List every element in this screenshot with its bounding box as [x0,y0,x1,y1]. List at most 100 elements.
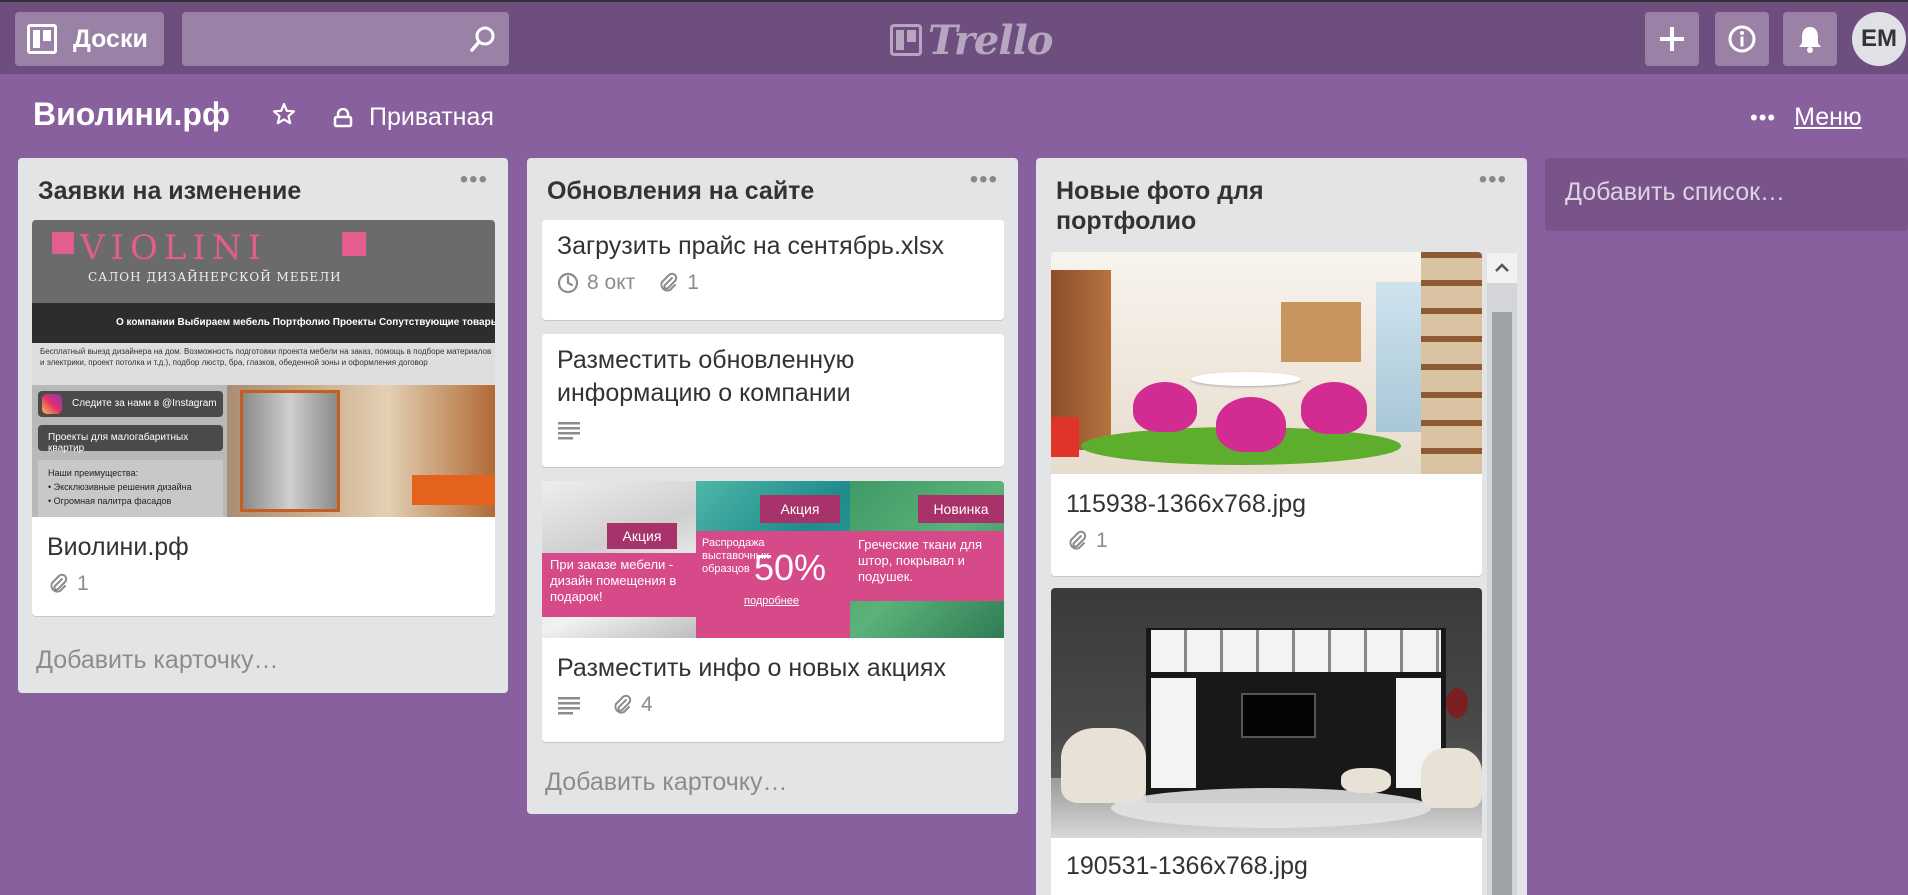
card-cover-image [1051,252,1482,474]
photo-upper-cabinets [1151,630,1441,672]
attachment-badge: 4 [611,693,653,717]
privacy-button[interactable]: Приватная [333,103,494,132]
site-advantage-text: Огромная палитра фасадов [53,496,172,506]
card-badges: 4 [542,693,1004,717]
card-title: Виолини.рф [47,533,189,561]
clock-icon [557,272,579,294]
card-badges: 8 окт 1 [542,271,1004,295]
photo-chair-3 [1301,382,1367,434]
photo-red-chair [1051,417,1079,457]
card-cover-image: VIOLINI САЛОН ДИЗАЙНЕРСКОЙ МЕБЕЛИ О комп… [32,220,495,517]
scroll-up-button[interactable] [1487,253,1517,283]
list-menu-icon[interactable]: ••• [460,166,488,194]
paperclip-icon [614,694,632,714]
notifications-button[interactable] [1783,12,1837,66]
photo-tv [1241,693,1316,738]
site-hero-wardrobe [240,390,340,512]
top-header: Доски Trello EM [0,0,1908,74]
site-tagline: САЛОН ДИЗАЙНЕРСКОЙ МЕБЕЛИ [88,270,342,284]
list-portfolio-photos: Новые фото для портфолио ••• 115938-1366… [1036,158,1527,895]
paperclip-icon [1069,530,1087,550]
privacy-label: Приватная [369,103,494,131]
site-instagram-badge: Следите за нами в @Instagram [38,391,223,417]
add-button[interactable] [1645,12,1699,66]
site-logo-mark [52,232,74,254]
more-icon: ••• [1750,104,1777,130]
trello-logo-icon [890,24,922,56]
description-icon [558,697,580,715]
star-button[interactable] [272,102,296,131]
board-menu[interactable]: ••• Меню [1750,103,1862,132]
promo-1-tag: Акция [607,523,677,549]
site-nav: О компании Выбираем мебель Портфолио Про… [32,303,495,343]
list-menu-icon[interactable]: ••• [1479,166,1507,194]
site-projects-badge: Проекты для малогабаритных квартир [38,425,223,454]
attachment-count: 1 [1096,529,1108,552]
add-card-button[interactable]: Добавить карточку… [36,646,278,675]
scrollbar-thumb[interactable] [1492,312,1512,895]
promo-3-text: Греческие ткани для штор, покрывал и под… [850,531,1004,601]
site-hero-sofa [412,475,495,505]
card-cover-image [1051,588,1482,838]
photo-chair-2 [1216,397,1286,452]
card-title: Разместить обновленную информацию о комп… [557,346,855,407]
attachment-badge: 1 [1066,529,1108,553]
site-logo-mark-right [342,232,366,256]
promo-1-text: При заказе мебели - дизайн помещения в п… [542,553,696,617]
photo-ottoman [1341,768,1391,793]
add-list-button[interactable]: Добавить список… [1545,158,1908,231]
card-badges: 1 [32,572,495,596]
card-badges [542,420,1004,440]
info-icon [1728,25,1756,53]
lock-icon [333,107,353,127]
promo-2-tag: Акция [760,495,840,523]
list-title[interactable]: Новые фото для портфолио [1056,176,1356,236]
list-title[interactable]: Обновления на сайте [547,176,814,206]
card-title: Разместить инфо о новых акциях [557,654,946,682]
list-title[interactable]: Заявки на изменение [38,176,301,206]
promo-2-panel: Распродажа выставочных образцов 50% подр… [696,531,850,638]
due-date-text: 8 окт [587,271,636,294]
boards-label: Доски [73,24,148,53]
attachment-count: 4 [641,693,653,716]
promo-2-link: подробнее [744,595,800,607]
photo-left-cabinet [1151,678,1196,788]
list-site-updates: Обновления на сайте ••• Загрузить прайс … [527,158,1018,814]
star-icon [272,102,296,125]
card-violini[interactable]: VIOLINI САЛОН ДИЗАЙНЕРСКОЙ МЕБЕЛИ О комп… [32,220,495,616]
photo-armchair-right [1421,748,1482,808]
photo-armchair-left [1061,728,1146,803]
promo-2: Акция Распродажа выставочных образцов 50… [696,481,850,638]
site-advantage-item: • Эксклюзивные решения дизайна [48,482,192,492]
plus-icon [1660,27,1684,51]
promo-1: Акция При заказе мебели - дизайн помещен… [542,481,696,638]
card-cover-image: Акция При заказе мебели - дизайн помещен… [542,481,1004,638]
search-input[interactable] [182,12,509,66]
attachment-badge: 1 [47,572,89,596]
card-update-company-info[interactable]: Разместить обновленную информацию о комп… [542,334,1004,467]
card-photo-190531[interactable]: 190531-1366x768.jpg [1051,588,1482,895]
paperclip-icon [50,573,68,593]
board-title[interactable]: Виолини.рф [33,96,230,133]
card-new-promotions[interactable]: Акция При заказе мебели - дизайн помещен… [542,481,1004,742]
user-avatar[interactable]: EM [1852,12,1906,66]
add-card-button[interactable]: Добавить карточку… [545,768,787,797]
site-header: VIOLINI САЛОН ДИЗАЙНЕРСКОЙ МЕБЕЛИ [32,220,495,303]
search-icon[interactable] [469,25,497,53]
list-menu-icon[interactable]: ••• [970,166,998,194]
bell-icon [1799,27,1821,53]
info-button[interactable] [1715,12,1769,66]
trello-logo[interactable]: Trello [890,17,1053,64]
attachment-count: 1 [687,271,699,294]
site-intro: Бесплатный выезд дизайнера на дом. Возмо… [40,347,492,367]
menu-link[interactable]: Меню [1794,103,1862,132]
promo-2-percent: 50% [754,547,827,588]
boards-button[interactable]: Доски [15,12,164,66]
card-photo-115938[interactable]: 115938-1366x768.jpg 1 [1051,252,1482,576]
chevron-up-icon [1495,263,1509,272]
card-upload-price[interactable]: Загрузить прайс на сентябрь.xlsx 8 окт 1 [542,220,1004,320]
due-date-badge: 8 окт [557,271,635,295]
promo-3-tag: Новинка [918,495,1004,523]
trello-logo-text: Trello [928,16,1053,64]
site-advantage-text: Эксклюзивные решения дизайна [53,482,192,492]
